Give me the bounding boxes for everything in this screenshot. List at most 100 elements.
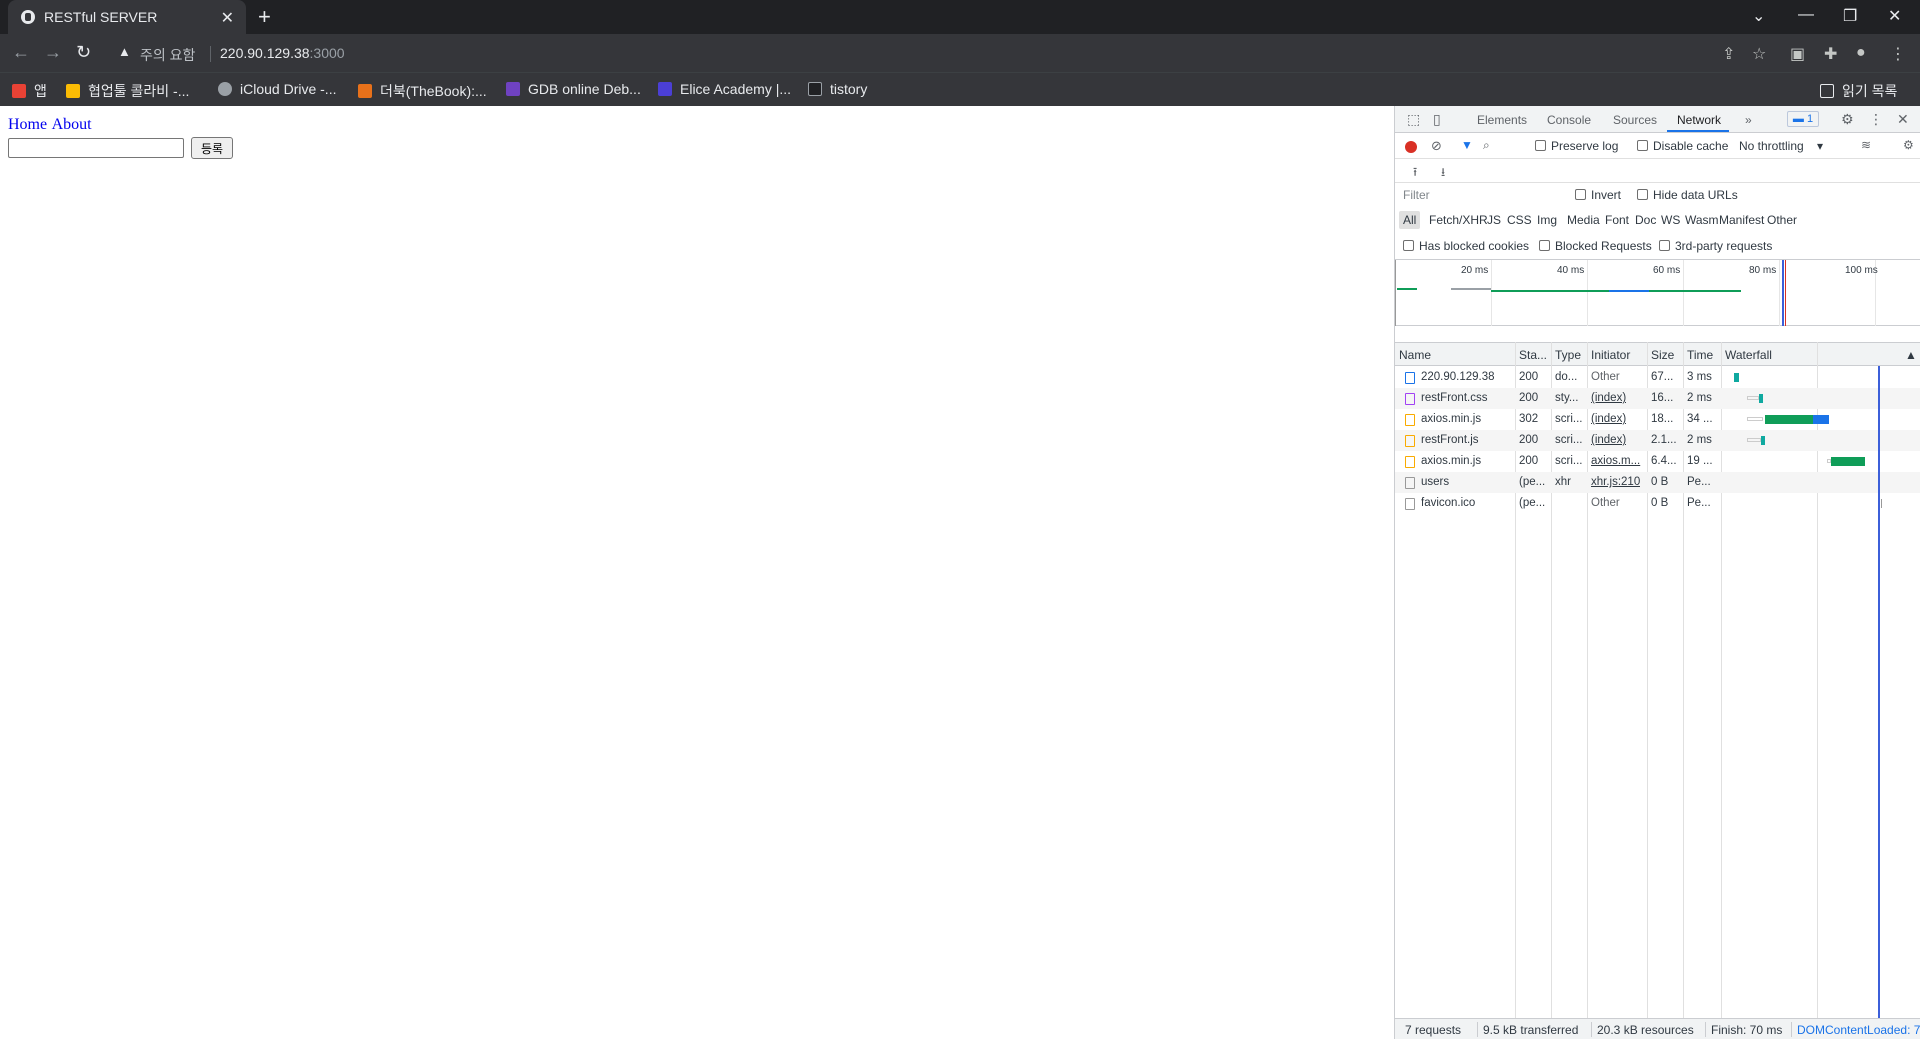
about-link[interactable]: About	[52, 116, 92, 133]
type-all[interactable]: All	[1399, 211, 1421, 229]
request-initiator[interactable]: (index)	[1591, 392, 1626, 404]
bookmark-elice[interactable]: Elice Academy |...	[658, 81, 791, 97]
table-row[interactable]: 220.90.129.38 200 do... Other 67... 3 ms	[1395, 367, 1920, 388]
messages-badge[interactable]: ▬ 1	[1787, 111, 1819, 127]
request-name: axios.min.js	[1421, 455, 1482, 467]
type-css[interactable]: CSS	[1503, 211, 1536, 229]
request-size: 0 B	[1651, 476, 1669, 488]
waterfall-bar	[1759, 394, 1763, 403]
restore-icon[interactable]: ❐	[1843, 6, 1857, 26]
table-row[interactable]: restFront.js 200 scri... (index) 2.1... …	[1395, 430, 1920, 451]
col-name[interactable]: Name	[1399, 348, 1431, 362]
third-party-toggle[interactable]: 3rd-party requests	[1659, 239, 1772, 253]
tab-network[interactable]: Network	[1677, 113, 1721, 127]
preserve-log-toggle[interactable]: Preserve log	[1535, 139, 1618, 153]
home-link[interactable]: Home	[8, 116, 47, 133]
table-row[interactable]: axios.min.js 302 scri... (index) 18... 3…	[1395, 409, 1920, 430]
finish-time: Finish: 70 ms	[1711, 1023, 1783, 1037]
clear-icon[interactable]: ⊘	[1431, 138, 1442, 154]
inspect-icon[interactable]: ⬚	[1407, 111, 1420, 128]
document-icon	[1405, 372, 1415, 384]
upload-icon[interactable]: ⭱	[1413, 163, 1417, 184]
settings-icon[interactable]: ⚙	[1841, 111, 1854, 128]
request-initiator[interactable]: (index)	[1591, 413, 1626, 425]
new-tab-button[interactable]: +	[258, 4, 271, 30]
filter-icon[interactable]: ▼	[1461, 138, 1473, 152]
menu-icon[interactable]: ⋮	[1890, 44, 1906, 64]
col-size[interactable]: Size	[1651, 348, 1674, 362]
extension-icon[interactable]: ▣	[1790, 44, 1805, 64]
table-row[interactable]: favicon.ico (pe... Other 0 B Pe...	[1395, 493, 1920, 514]
blocked-requests-toggle[interactable]: Blocked Requests	[1539, 239, 1652, 253]
bookmark-gdb[interactable]: GDB online Deb...	[506, 81, 641, 97]
reload-icon[interactable]: ↻	[76, 42, 91, 63]
bookmark-icloud[interactable]: iCloud Drive -...	[218, 81, 336, 97]
col-waterfall[interactable]: Waterfall	[1725, 348, 1772, 362]
reading-list[interactable]: 읽기 목록	[1820, 81, 1897, 101]
type-manifest[interactable]: Manifest	[1715, 211, 1768, 229]
profile-icon[interactable]: ●	[1856, 44, 1866, 62]
request-initiator[interactable]: xhr.js:210	[1591, 476, 1640, 488]
col-time[interactable]: Time	[1687, 348, 1713, 362]
bookmark-collabee[interactable]: 협업툴 콜라비 -...	[66, 81, 189, 101]
tab-sources[interactable]: Sources	[1613, 113, 1657, 127]
tab-elements[interactable]: Elements	[1477, 113, 1527, 127]
gridline	[1395, 260, 1396, 326]
more-tabs-icon[interactable]: »	[1745, 113, 1752, 127]
hide-data-urls-toggle[interactable]: Hide data URLs	[1637, 188, 1738, 202]
invert-toggle[interactable]: Invert	[1575, 188, 1621, 202]
request-initiator[interactable]: (index)	[1591, 434, 1626, 446]
browser-tab[interactable]: RESTful SERVER ✕	[8, 0, 246, 34]
tab-search-icon[interactable]: ⌄	[1752, 6, 1765, 26]
type-img[interactable]: Img	[1533, 211, 1561, 229]
request-status: 302	[1519, 413, 1539, 425]
table-row[interactable]: restFront.css 200 sty... (index) 16... 2…	[1395, 388, 1920, 409]
type-other[interactable]: Other	[1763, 211, 1801, 229]
network-conditions-icon[interactable]: ≋	[1861, 138, 1871, 152]
col-type[interactable]: Type	[1555, 348, 1581, 362]
timeline-overview[interactable]: 20 ms 40 ms 60 ms 80 ms 100 ms	[1395, 260, 1920, 326]
network-settings-icon[interactable]: ⚙	[1903, 138, 1914, 152]
type-media[interactable]: Media	[1563, 211, 1604, 229]
bookmark-thebook[interactable]: 더북(TheBook):...	[358, 81, 487, 101]
register-button[interactable]: 등록	[191, 137, 233, 159]
bookmark-star-icon[interactable]: ☆	[1752, 44, 1766, 64]
filter-input[interactable]: Filter	[1401, 188, 1561, 206]
table-row[interactable]: axios.min.js 200 scri... axios.m... 6.4.…	[1395, 451, 1920, 472]
search-icon[interactable]: ⌕	[1483, 138, 1490, 153]
request-name: 220.90.129.38	[1421, 371, 1495, 383]
device-toggle-icon[interactable]: ▯	[1433, 111, 1441, 128]
col-initiator[interactable]: Initiator	[1591, 348, 1630, 362]
table-row[interactable]: users (pe... xhr xhr.js:210 0 B Pe...	[1395, 472, 1920, 493]
warning-icon[interactable]: ▲	[118, 44, 131, 59]
security-status[interactable]: 주의 요함	[140, 45, 195, 65]
record-icon[interactable]	[1405, 141, 1417, 153]
share-icon[interactable]: ⇪	[1722, 44, 1735, 64]
type-js[interactable]: JS	[1483, 211, 1505, 229]
disable-cache-toggle[interactable]: Disable cache	[1637, 139, 1728, 153]
name-input[interactable]	[8, 138, 184, 158]
window-close-icon[interactable]: ✕	[1888, 6, 1901, 26]
tab-console[interactable]: Console	[1547, 113, 1591, 127]
close-devtools-icon[interactable]: ✕	[1897, 111, 1909, 128]
address-bar[interactable]: ▲ 주의 요함 220.90.129.38:3000	[106, 38, 1786, 68]
blocked-cookies-toggle[interactable]: Has blocked cookies	[1403, 239, 1529, 253]
close-tab-icon[interactable]: ✕	[221, 8, 234, 28]
col-status[interactable]: Sta...	[1519, 348, 1547, 362]
download-icon[interactable]: ⭳	[1441, 163, 1445, 184]
request-initiator[interactable]: axios.m...	[1591, 455, 1645, 467]
bookmark-apps[interactable]: 앱	[12, 81, 47, 101]
url-text[interactable]: 220.90.129.38:3000	[220, 45, 345, 61]
divider	[1791, 1022, 1792, 1037]
type-font[interactable]: Font	[1601, 211, 1633, 229]
minimize-icon[interactable]: —	[1798, 6, 1814, 24]
bookmark-tistory[interactable]: tistory	[808, 81, 867, 97]
sort-arrow-icon[interactable]: ▲	[1905, 348, 1917, 362]
type-fetch-xhr[interactable]: Fetch/XHR	[1425, 211, 1492, 229]
back-icon[interactable]: ←	[12, 42, 30, 63]
throttling-select[interactable]: No throttling ▾	[1739, 139, 1823, 153]
forward-icon[interactable]: →	[44, 42, 62, 63]
kebab-menu-icon[interactable]: ⋮	[1869, 111, 1883, 128]
type-doc[interactable]: Doc	[1631, 211, 1660, 229]
puzzle-icon[interactable]: ✚	[1824, 44, 1837, 64]
